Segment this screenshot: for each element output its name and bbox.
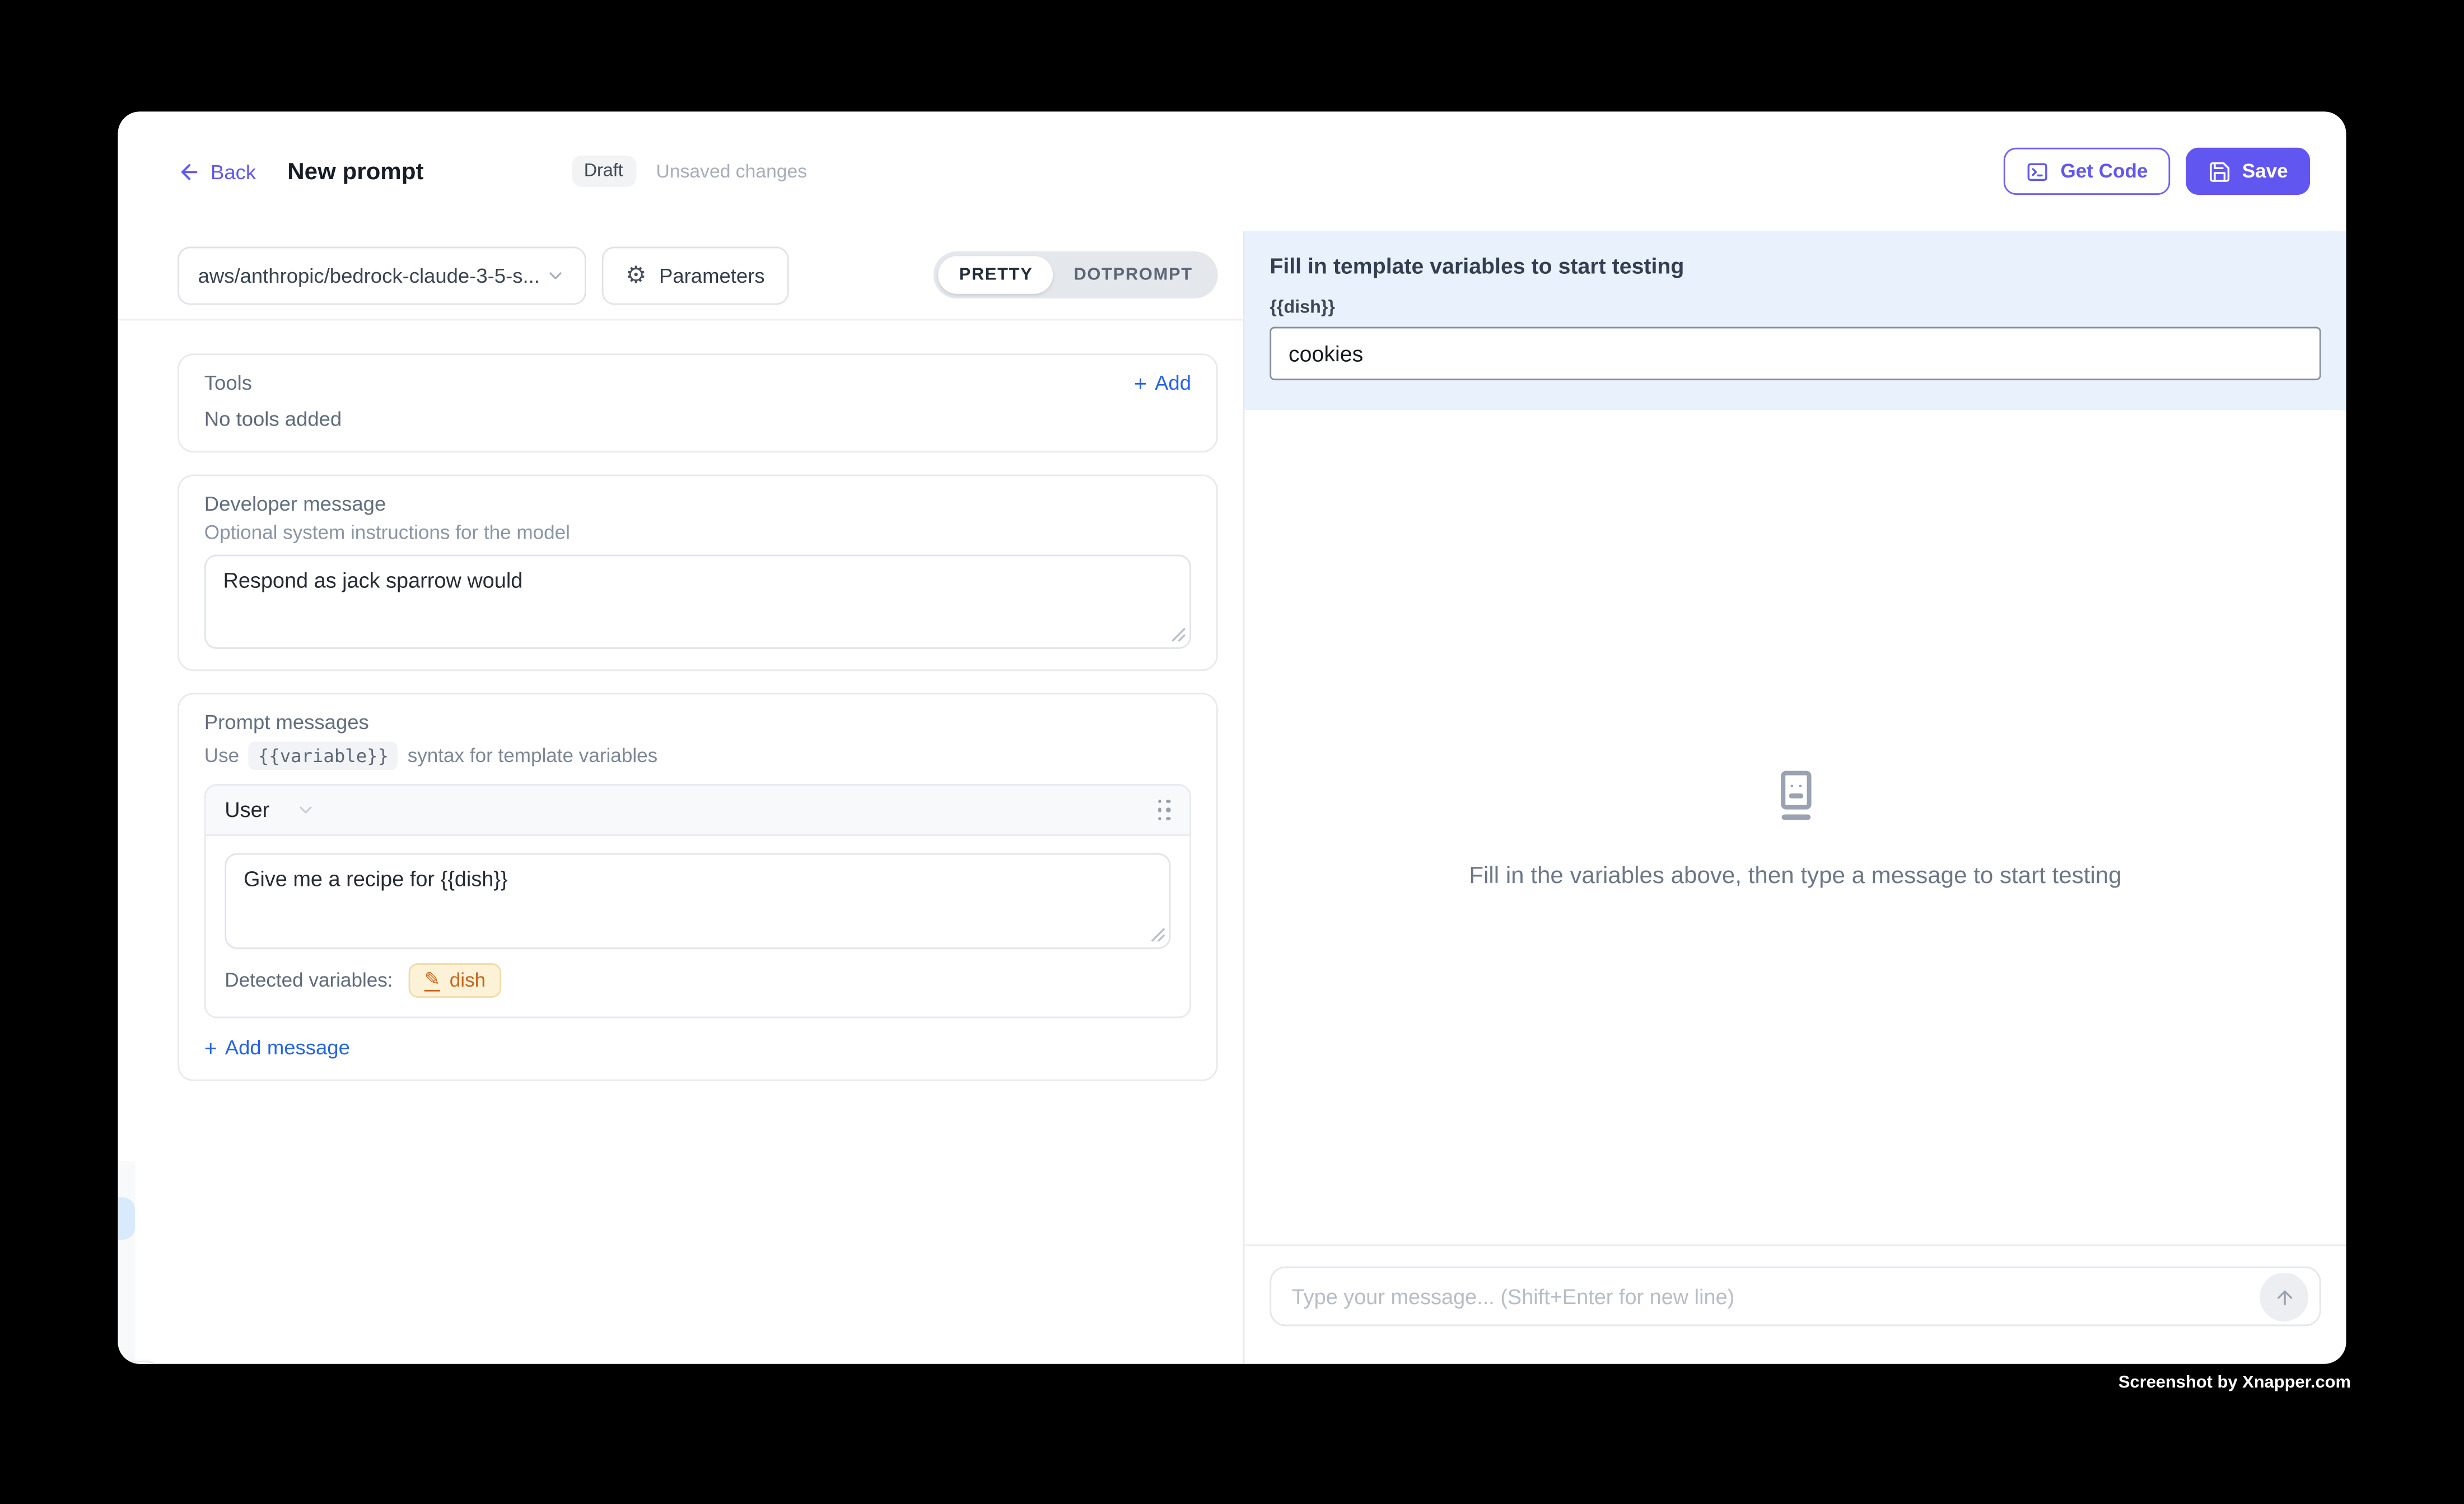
tools-empty-text: No tools added	[204, 407, 1191, 431]
prompt-editor-panel: aws/anthropic/bedrock-claude-3-5-s... ⚙ …	[118, 231, 1244, 1363]
plus-icon: +	[1134, 372, 1147, 394]
save-label: Save	[2242, 160, 2288, 182]
detected-variables-label: Detected variables:	[225, 969, 393, 991]
parameters-label: Parameters	[659, 263, 765, 287]
model-select[interactable]: aws/anthropic/bedrock-claude-3-5-s...	[178, 246, 586, 304]
prompt-messages-card: Prompt messages Use {{variable}} syntax …	[178, 693, 1218, 1081]
tools-card: Tools + Add No tools added	[178, 353, 1218, 452]
hint-prefix: Use	[204, 745, 239, 767]
developer-message-card: Developer message Optional system instru…	[178, 474, 1218, 671]
main-area: aws/anthropic/bedrock-claude-3-5-s... ⚙ …	[118, 231, 2346, 1363]
prompt-messages-title: Prompt messages	[204, 710, 1191, 734]
chevron-down-icon	[295, 800, 315, 820]
collapsed-sidebar	[118, 1161, 135, 1364]
variable-syntax-chip: {{variable}}	[249, 741, 398, 770]
resize-corner-icon[interactable]	[1171, 627, 1187, 643]
gear-icon: ⚙	[626, 263, 647, 287]
app-window: Back New prompt Draft Unsaved changes Ge…	[118, 111, 2346, 1363]
send-button[interactable]	[2260, 1273, 2308, 1321]
get-code-label: Get Code	[2060, 160, 2148, 182]
header: Back New prompt Draft Unsaved changes Ge…	[118, 111, 2346, 231]
add-message-button[interactable]: + Add message	[204, 1035, 1191, 1059]
template-syntax-hint: Use {{variable}} syntax for template var…	[204, 741, 1191, 770]
screenshot-frame: Back New prompt Draft Unsaved changes Ge…	[0, 0, 2464, 1503]
save-button[interactable]: Save	[2186, 148, 2310, 195]
tools-title: Tools	[204, 371, 252, 394]
view-mode-toggle: PRETTY DOTPROMPT	[934, 251, 1218, 298]
role-select-value: User	[225, 798, 269, 822]
arrow-up-icon	[2273, 1286, 2295, 1308]
chat-empty-state: Fill in the variables above, then type a…	[1244, 410, 2346, 1244]
chat-message-input[interactable]	[1270, 1267, 2321, 1326]
back-label: Back	[211, 160, 256, 183]
toggle-dotprompt[interactable]: DOTPROMPT	[1053, 256, 1213, 293]
variable-chip-dish[interactable]: ✎ dish	[409, 963, 502, 998]
editor-toolbar: aws/anthropic/bedrock-claude-3-5-s... ⚙ …	[118, 231, 1243, 320]
terminal-icon	[2026, 160, 2050, 183]
variable-value-input[interactable]	[1270, 327, 2321, 380]
message-textarea[interactable]	[225, 853, 1170, 949]
hint-suffix: syntax for template variables	[408, 745, 657, 767]
sidebar-selected-item[interactable]	[118, 1197, 135, 1240]
template-variables-title: Fill in template variables to start test…	[1270, 253, 2321, 278]
toggle-pretty[interactable]: PRETTY	[939, 256, 1053, 293]
page-title: New prompt	[287, 158, 423, 185]
variable-name-label: {{dish}}	[1270, 298, 2321, 317]
variable-chip-label: dish	[450, 969, 486, 991]
developer-message-textarea[interactable]	[204, 555, 1191, 649]
editor-content: Tools + Add No tools added Developer mes…	[118, 320, 1243, 1081]
detected-variables-row: Detected variables: ✎ dish	[206, 949, 1190, 1017]
bot-icon	[1767, 766, 1823, 826]
grip-vertical-icon[interactable]	[1158, 799, 1171, 821]
developer-message-title: Developer message	[204, 492, 1191, 515]
add-message-label: Add message	[225, 1035, 350, 1059]
add-tool-button[interactable]: + Add	[1134, 371, 1191, 394]
model-select-value: aws/anthropic/bedrock-claude-3-5-s...	[198, 263, 540, 287]
message-block: User	[204, 784, 1191, 1018]
chat-empty-text: Fill in the variables above, then type a…	[1469, 862, 2121, 889]
get-code-button[interactable]: Get Code	[2004, 148, 2169, 195]
watermark: Screenshot by Xnapper.com	[2118, 1374, 2351, 1393]
unsaved-changes-label: Unsaved changes	[656, 160, 808, 182]
role-select[interactable]: User	[225, 798, 315, 822]
test-panel: Fill in template variables to start test…	[1244, 231, 2346, 1363]
resize-corner-icon[interactable]	[1150, 927, 1166, 943]
message-header: User	[206, 786, 1190, 836]
plus-icon: +	[204, 1036, 217, 1058]
cutoff-popover	[118, 1361, 162, 1364]
arrow-left-icon	[178, 160, 201, 183]
chevron-down-icon	[545, 265, 566, 285]
pencil-icon: ✎	[424, 969, 440, 991]
chat-input-bar	[1244, 1244, 2346, 1363]
developer-message-subtitle: Optional system instructions for the mod…	[204, 522, 1191, 544]
back-button[interactable]: Back	[178, 160, 256, 183]
add-tool-label: Add	[1155, 371, 1191, 394]
save-icon	[2208, 160, 2231, 183]
header-actions: Get Code Save	[2004, 148, 2310, 195]
status-badge: Draft	[571, 156, 636, 187]
parameters-button[interactable]: ⚙ Parameters	[602, 246, 788, 304]
template-variables-section: Fill in template variables to start test…	[1244, 231, 2346, 410]
